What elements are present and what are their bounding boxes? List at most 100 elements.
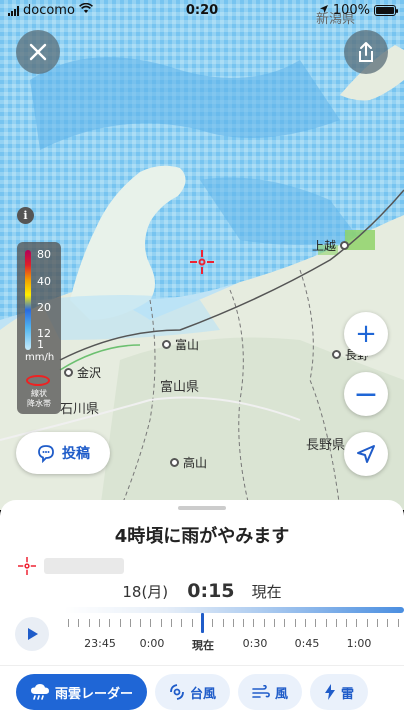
timeline-tick [274,619,275,627]
timeline-tick [150,619,152,627]
timeline-ticks [64,619,404,631]
time-row: 18(月) 0:15 現在 [0,580,404,602]
timeline-tick [160,619,162,627]
timeline-slider[interactable]: 23:45 0:00 現在 0:30 0:45 1:00 [64,603,404,663]
timeline-tick [397,619,399,627]
plus-icon: + [355,319,377,349]
timeline-tick [222,619,224,627]
timeline-tick [346,619,348,627]
speech-bubble-plus-icon [38,445,54,463]
play-icon [28,628,38,640]
tab-label: 雷 [341,686,355,702]
current-location-crosshair-icon [190,250,214,274]
place-joetsu: 上越 [312,237,350,254]
timeline-cursor[interactable] [201,613,204,633]
timeline-tick [387,619,389,627]
now-label: 現在 [251,583,282,601]
rain-cloud-icon [31,684,49,700]
city-dot [340,241,350,250]
timeline-track [64,607,404,613]
time-label: 0:15 [187,580,235,602]
timeline-tick [140,619,142,627]
timeline-tick [232,619,234,627]
timeline-tick [212,619,214,627]
forecast-panel: 4時頃に雨がやみます 18(月) 0:15 現在 23:45 0:00 現在 0… [0,500,404,720]
city-dot [170,458,179,467]
timeline-tick [68,619,69,627]
legend-value: 1 [37,338,44,351]
tab-label: 雨雲レーダー [55,686,134,702]
place-toyama-pref: 富山県 [160,380,200,395]
city-dot [332,350,341,359]
timeline-tick [294,619,296,627]
typhoon-icon [170,684,184,700]
date-label: 18(月) [122,583,169,601]
locate-me-button[interactable] [344,432,388,476]
linear-rainband-icon [26,375,50,386]
tab-typhoon[interactable]: 台風 [155,674,231,710]
forecast-headline: 4時頃に雨がやみます [114,526,290,547]
timeline-tick [88,619,90,627]
rain-legend: 80 40 20 12 4 mm/h 1 線状 降水帯 [17,242,61,414]
timeline-tick [119,619,121,627]
timeline-tick [284,619,286,627]
timeline-tick [191,619,193,627]
close-button[interactable] [16,30,60,74]
minus-icon: − [353,376,379,412]
legend-value: 80 [37,248,51,261]
timeline-label: 0:00 [139,637,165,650]
close-icon [29,43,47,61]
timeline-tick [109,619,111,627]
tab-label: 台風 [190,686,217,702]
legend-band-label: 線状 降水帯 [27,389,51,408]
timeline-tick [78,619,80,627]
status-right: 100% [319,3,398,18]
share-icon [359,42,373,62]
timeline-label: 23:45 [84,637,116,650]
post-button[interactable]: 投稿 [16,432,110,474]
place-nagano-pref: 長野県 [306,438,346,453]
timeline-tick [243,619,245,627]
zoom-in-button[interactable]: + [344,312,388,356]
tab-label: 風 [275,686,289,702]
city-dot [162,340,171,349]
wind-icon [252,685,270,698]
place-kanazawa: 金沢 [64,364,101,381]
layer-tabs: 雨雲レーダー 台風 風 雷 [16,674,369,710]
timeline-tick [335,619,337,627]
timeline-tick [253,619,255,627]
battery-icon [374,5,398,16]
place-toyama-city: 富山 [162,336,199,353]
info-icon[interactable]: i [17,207,34,224]
timeline-tick [129,619,131,627]
tab-rain-radar[interactable]: 雨雲レーダー [16,674,148,710]
timeline-label: 0:45 [294,637,320,650]
legend-unit: mm/h [25,352,55,363]
share-button[interactable] [344,30,388,74]
battery-percent: 100% [332,3,370,18]
zoom-out-button[interactable]: − [344,372,388,416]
post-button-label: 投稿 [62,446,90,462]
drag-handle[interactable] [178,506,226,510]
location-name-placeholder [44,558,124,574]
timeline-label: 0:30 [242,637,268,650]
tab-lightning[interactable]: 雷 [310,674,369,710]
timeline-tick [315,619,317,627]
status-bar: docomo 0:20 100% [0,0,404,22]
timeline-tick [325,619,327,627]
navigation-arrow-icon [357,445,375,463]
location-crosshair-icon [18,557,36,575]
location-arrow-icon [319,3,329,18]
timeline-tick [181,619,183,627]
legend-color-bar [25,250,31,350]
play-button[interactable] [15,617,49,651]
timeline-tick [356,619,358,627]
timeline-tick [366,619,368,627]
lightning-icon [325,684,336,700]
tab-wind[interactable]: 風 [238,674,303,710]
timeline-tick [98,619,100,627]
timeline-label-current: 現在 [192,639,214,652]
location-row [18,557,124,575]
place-ishikawa: 石川県 [60,402,100,417]
city-dot [64,368,73,377]
